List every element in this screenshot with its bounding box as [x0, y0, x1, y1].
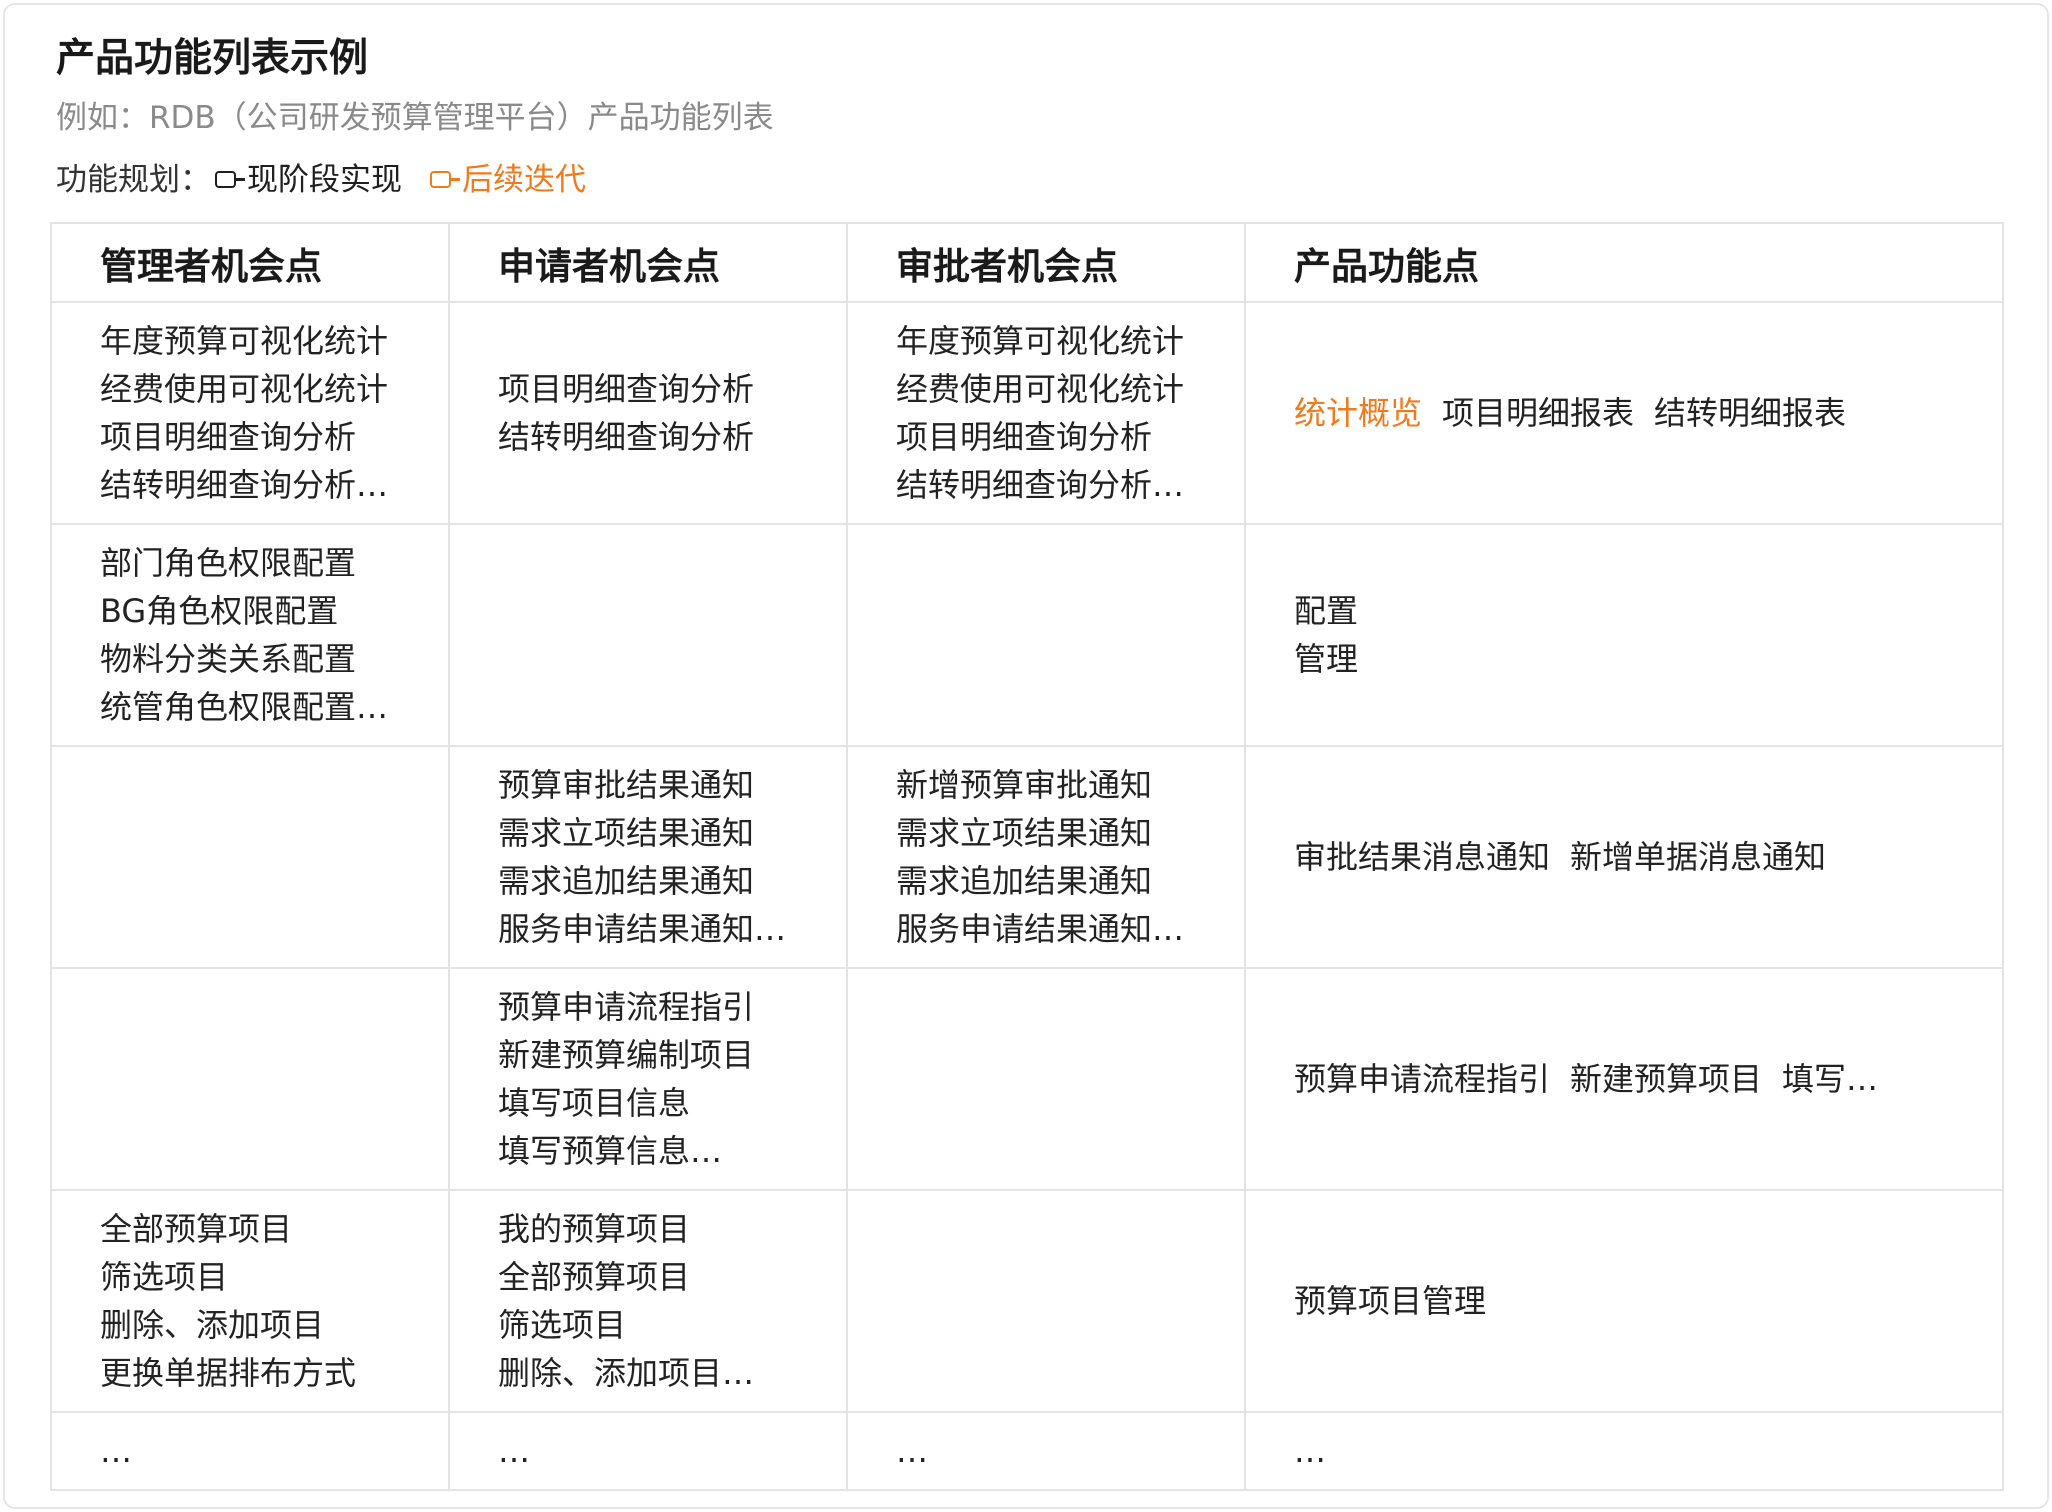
cell-applicant: … — [448, 1411, 848, 1491]
cell-line: 统管角色权限配置… — [100, 688, 389, 726]
feature-item: 项目明细报表 — [1442, 394, 1635, 432]
cell-line: 需求追加结果通知 — [498, 862, 755, 900]
plan-legend: 功能规划： 现阶段实现 后续迭代 — [56, 155, 586, 205]
cell-line: 删除、添加项目… — [498, 1354, 755, 1392]
feature-item: 填写… — [1782, 1060, 1879, 1098]
legend-current-label: 现阶段实现 — [247, 162, 402, 198]
feature-item: 统计概览 — [1294, 394, 1423, 432]
header-applicant: 申请者机会点 — [448, 222, 848, 303]
cell-approver — [846, 1189, 1246, 1413]
cell-line: 年度预算可视化统计 — [100, 322, 389, 360]
cell-line: 服务申请结果通知… — [896, 910, 1185, 948]
cell-line: 筛选项目 — [498, 1306, 627, 1344]
cell-manager — [50, 967, 450, 1191]
cell-line: 需求立项结果通知 — [896, 814, 1153, 852]
cell-line: 项目明细查询分析 — [896, 418, 1153, 456]
cell-line: 筛选项目 — [100, 1258, 229, 1296]
cell-line: 填写项目信息 — [498, 1084, 691, 1122]
plan-legend-label: 功能规划： — [56, 162, 211, 198]
cell-applicant: 我的预算项目 全部预算项目 筛选项目删除、添加项目… — [448, 1189, 848, 1413]
feature-item: … — [1294, 1432, 1326, 1470]
table-row: 预算审批结果通知 需求立项结果通知 需求追加结果通知 服务申请结果通知… 新增预算审批通… — [50, 745, 2004, 969]
cell-features: 预算项目管理 — [1244, 1189, 2004, 1413]
cell-manager: 全部预算项目 筛选项目删除、添加项目 更换单据排布方式 — [50, 1189, 450, 1413]
cell-line: 预算审批结果通知 — [498, 766, 755, 804]
legend-current-box-icon — [215, 171, 236, 188]
cell-line: BG角色权限配置 — [100, 592, 339, 630]
legend-future-dash-icon — [451, 178, 460, 181]
cell-line: 新增预算审批通知 — [896, 766, 1153, 804]
cell-line: … — [896, 1432, 928, 1470]
page-subtitle: 例如：RDB（公司研发预算管理平台）产品功能列表 — [56, 100, 774, 136]
cell-line: 我的预算项目 — [498, 1210, 691, 1248]
cell-line: 预算申请流程指引 — [498, 988, 755, 1026]
table-body: 年度预算可视化统计 经费使用可视化统计 项目明细查询分析 结转明细查询分析… 项目明细查… — [50, 301, 2004, 1491]
feature-table: 管理者机会点 申请者机会点 审批者机会点 产品功能点 年度预算可视化统计 经费使用… — [50, 222, 2004, 1491]
table-row: 预算申请流程指引 新建预算编制项目 填写项目信息 填写预算信息… 预算申请流程指引 新建预… — [50, 967, 2004, 1191]
table-row: 部门角色权限配置 BG角色权限配置 物料分类关系配置 统管角色权限配置… 配置管理 — [50, 523, 2004, 747]
cell-line: 全部预算项目 — [100, 1210, 293, 1248]
cell-applicant: 预算审批结果通知 需求立项结果通知 需求追加结果通知 服务申请结果通知… — [448, 745, 848, 969]
feature-item: 审批结果消息通知 — [1294, 838, 1551, 876]
legend-future-box-icon — [430, 171, 451, 188]
cell-approver — [846, 523, 1246, 747]
cell-line: 物料分类关系配置 — [100, 640, 357, 678]
cell-line: 填写预算信息… — [498, 1132, 723, 1170]
cell-manager — [50, 745, 450, 969]
cell-line: 结转明细查询分析 — [498, 418, 755, 456]
cell-applicant: 预算申请流程指引 新建预算编制项目 填写项目信息 填写预算信息… — [448, 967, 848, 1191]
feature-item: 预算申请流程指引 — [1294, 1060, 1551, 1098]
cell-line: 删除、添加项目 — [100, 1306, 325, 1344]
cell-approver: 新增预算审批通知 需求立项结果通知 需求追加结果通知 服务申请结果通知… — [846, 745, 1246, 969]
cell-features: 预算申请流程指引 新建预算项目 填写… — [1244, 967, 2004, 1191]
cell-features: 配置管理 — [1244, 523, 2004, 747]
cell-line: 结转明细查询分析… — [100, 466, 389, 504]
cell-manager: 年度预算可视化统计 经费使用可视化统计 项目明细查询分析 结转明细查询分析… — [50, 301, 450, 525]
cell-features: 统计概览 项目明细报表 结转明细报表 — [1244, 301, 2004, 525]
cell-features: 审批结果消息通知 新增单据消息通知 — [1244, 745, 2004, 969]
cell-line: 年度预算可视化统计 — [896, 322, 1185, 360]
cell-approver: … — [846, 1411, 1246, 1491]
cell-line: … — [498, 1432, 530, 1470]
feature-item: 新建预算项目 — [1570, 1060, 1763, 1098]
cell-line: 全部预算项目 — [498, 1258, 691, 1296]
legend-future-label: 后续迭代 — [462, 162, 586, 198]
header-approver: 审批者机会点 — [846, 222, 1246, 303]
feature-item: 新增单据消息通知 — [1570, 838, 1827, 876]
cell-applicant: 项目明细查询分析 结转明细查询分析 — [448, 301, 848, 525]
cell-line: 结转明细查询分析… — [896, 466, 1185, 504]
header-features: 产品功能点 — [1244, 222, 2004, 303]
cell-manager: … — [50, 1411, 450, 1491]
cell-approver: 年度预算可视化统计 经费使用可视化统计 项目明细查询分析 结转明细查询分析… — [846, 301, 1246, 525]
feature-item: 预算项目管理 — [1294, 1282, 1487, 1320]
legend-current: 现阶段实现 — [211, 162, 402, 198]
legend-current-dash-icon — [236, 178, 245, 181]
cell-line: 新建预算编制项目 — [498, 1036, 755, 1074]
cell-manager: 部门角色权限配置 BG角色权限配置 物料分类关系配置 统管角色权限配置… — [50, 523, 450, 747]
cell-line: 需求立项结果通知 — [498, 814, 755, 852]
cell-line: 经费使用可视化统计 — [100, 370, 389, 408]
header-manager: 管理者机会点 — [50, 222, 450, 303]
table-row: … … … … — [50, 1411, 2004, 1491]
cell-line: 服务申请结果通知… — [498, 910, 787, 948]
cell-line: 经费使用可视化统计 — [896, 370, 1185, 408]
page-title: 产品功能列表示例 — [56, 36, 369, 81]
cell-line: 项目明细查询分析 — [498, 370, 755, 408]
cell-line: 更换单据排布方式 — [100, 1354, 357, 1392]
feature-item: 配置管理 — [1294, 592, 1359, 678]
cell-line: 项目明细查询分析 — [100, 418, 357, 456]
cell-line: … — [100, 1432, 132, 1470]
cell-line: 部门角色权限配置 — [100, 544, 357, 582]
table-header-row: 管理者机会点 申请者机会点 审批者机会点 产品功能点 — [50, 222, 2004, 303]
cell-features: … — [1244, 1411, 2004, 1491]
cell-applicant — [448, 523, 848, 747]
cell-approver — [846, 967, 1246, 1191]
cell-line: 需求追加结果通知 — [896, 862, 1153, 900]
legend-future: 后续迭代 — [426, 162, 586, 198]
feature-item: 结转明细报表 — [1654, 394, 1847, 432]
table-row: 全部预算项目 筛选项目 删除、添加项目 更换单据排布方式 我的预算项目 全部预算项目 筛选项… — [50, 1189, 2004, 1413]
table-row: 年度预算可视化统计 经费使用可视化统计 项目明细查询分析 结转明细查询分析… 项目明细查… — [50, 301, 2004, 525]
